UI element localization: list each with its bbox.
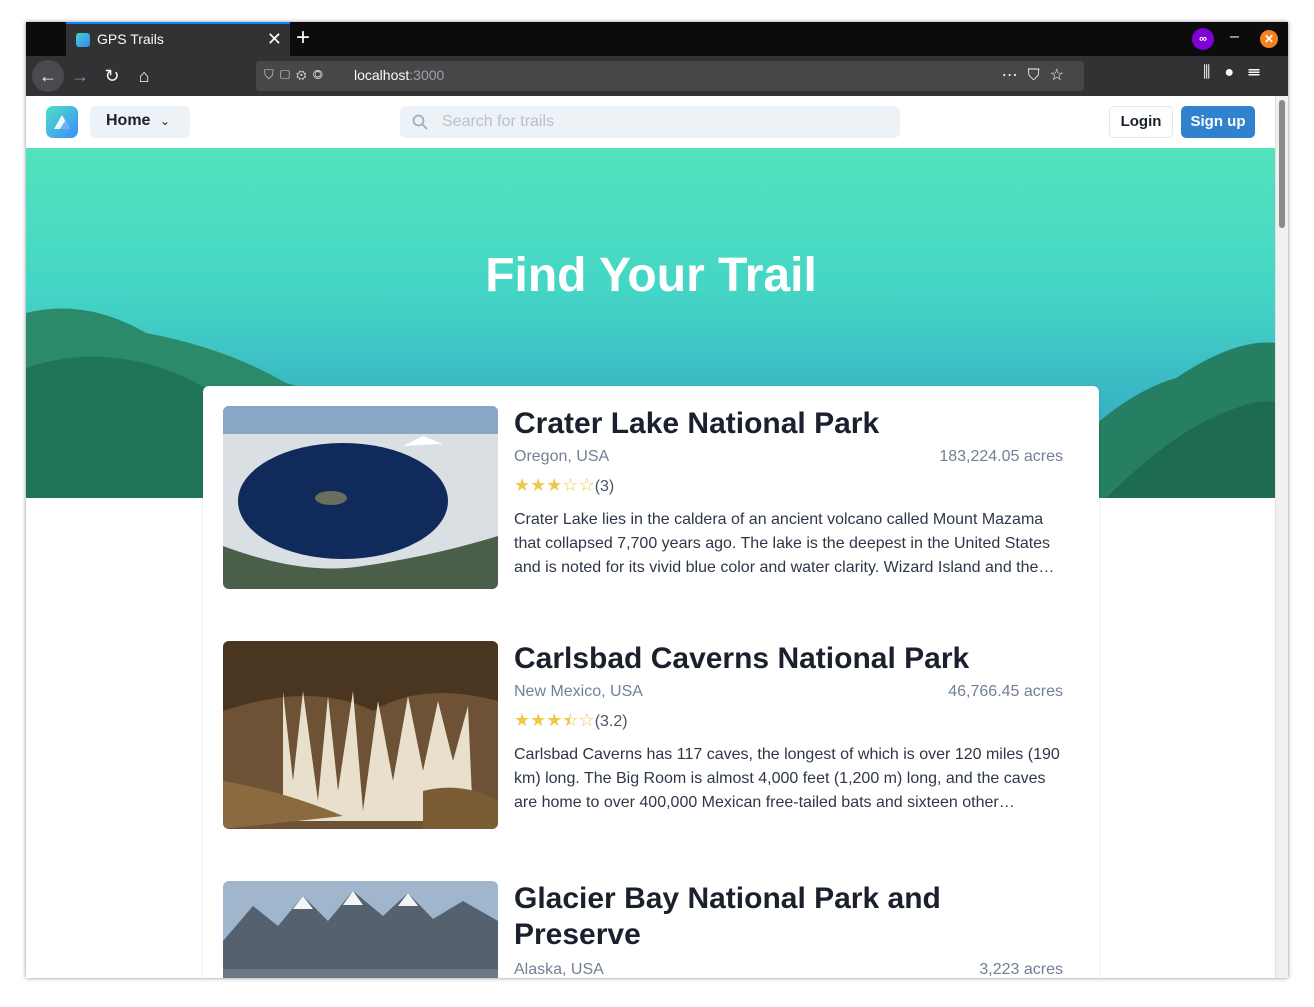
star-half-icon: ☆★	[562, 710, 579, 730]
park-area: 46,766.45 acres	[948, 683, 1063, 700]
logo-icon[interactable]	[46, 106, 78, 138]
url-bar[interactable]: ⛉▢⚙◎ localhost:3000 ⋯⛉☆	[256, 61, 1084, 91]
url-host: localhost	[354, 67, 410, 83]
star-empty-icon: ☆	[578, 710, 595, 730]
star-rating-icons: ★★★☆☆	[514, 475, 595, 495]
crater-lake-image[interactable]	[223, 406, 498, 589]
park-rating: ★★★☆★☆(3.2)	[514, 710, 628, 731]
park-location: Alaska, USA	[514, 961, 604, 978]
park-location: Oregon, USA	[514, 448, 610, 465]
private-mask-icon[interactable]: ∞	[1192, 28, 1214, 50]
carlsbad-caverns-image[interactable]	[223, 641, 498, 829]
site-header: Home ⌄ Login Sign up	[26, 96, 1276, 148]
star-full-icon: ★	[530, 475, 547, 495]
search-icon	[412, 114, 428, 130]
hero-title: Find Your Trail	[485, 249, 817, 302]
park-description: Carlsbad Caverns has 117 caves, the long…	[514, 746, 1060, 811]
tab-favicon-icon	[76, 33, 90, 47]
park-location: New Mexico, USA	[514, 683, 643, 700]
home-menu-label: Home	[106, 112, 151, 129]
park-area: 3,223 acres	[979, 961, 1063, 978]
park-item-crater-lake[interactable]: Crater Lake National Park Oregon, USA 18…	[223, 406, 1079, 591]
star-rating-icons: ★★★☆★☆	[514, 710, 595, 730]
navigation-toolbar: ← → ↻ ⌂ ⛉▢⚙◎ localhost:3000 ⋯⛉☆ ⫼●☰	[26, 56, 1288, 96]
park-description: Crater Lake lies in the caldera of an an…	[514, 511, 1055, 576]
toolbar-right-icons[interactable]: ⫼●☰	[1203, 64, 1274, 82]
scrollbar-thumb[interactable]	[1279, 100, 1285, 228]
url-security-icons: ⛉▢⚙◎	[264, 67, 330, 82]
minimize-icon[interactable]: –	[1230, 28, 1239, 46]
rating-text: (3)	[594, 478, 615, 495]
chevron-down-icon: ⌄	[160, 114, 171, 128]
star-full-icon: ★	[546, 710, 563, 730]
rating-text: (3.2)	[594, 713, 628, 730]
star-full-icon: ★	[514, 710, 531, 730]
tab-gps-trails[interactable]: GPS Trails ✕	[66, 22, 290, 56]
star-full-icon: ★	[546, 475, 563, 495]
signup-button[interactable]: Sign up	[1181, 106, 1255, 138]
login-button[interactable]: Login	[1109, 106, 1173, 138]
park-name[interactable]: Carlsbad Caverns National Park	[514, 641, 994, 677]
page-viewport: Home ⌄ Login Sign up Find Your Trail	[26, 96, 1288, 978]
park-item-carlsbad-caverns[interactable]: Carlsbad Caverns National Park New Mexic…	[223, 641, 1079, 831]
page-scrollbar[interactable]	[1275, 96, 1288, 978]
back-arrow-icon[interactable]: ←	[32, 60, 64, 92]
star-full-icon: ★	[514, 475, 531, 495]
tab-strip: GPS Trails ✕ + ∞ – ✕	[26, 22, 1288, 56]
star-full-icon: ★	[530, 710, 547, 730]
plus-icon[interactable]: +	[296, 25, 310, 51]
parks-list-card: Crater Lake National Park Oregon, USA 18…	[203, 386, 1099, 978]
tab-title: GPS Trails	[97, 31, 164, 47]
home-icon[interactable]: ⌂	[128, 60, 160, 92]
url-port: :3000	[409, 67, 445, 83]
star-empty-icon: ☆	[578, 475, 595, 495]
park-name[interactable]: Crater Lake National Park	[514, 406, 994, 442]
forward-arrow-icon[interactable]: →	[64, 60, 96, 92]
park-item-glacier-bay[interactable]: Glacier Bay National Park and Preserve A…	[223, 881, 1079, 978]
url-actions[interactable]: ⋯⛉☆	[1002, 65, 1074, 85]
browser-window: GPS Trails ✕ + ∞ – ✕ ← → ↻ ⌂ ⛉▢⚙◎ localh…	[26, 22, 1288, 978]
url-text: localhost:3000	[354, 67, 444, 83]
glacier-bay-image[interactable]	[223, 881, 498, 978]
park-rating: ★★★☆☆(3)	[514, 475, 614, 496]
search-box	[400, 106, 900, 138]
close-icon[interactable]: ✕	[267, 29, 282, 49]
window-close-icon[interactable]: ✕	[1260, 30, 1278, 48]
park-area: 183,224.05 acres	[939, 448, 1063, 465]
home-menu-button[interactable]: Home ⌄	[90, 106, 190, 138]
star-empty-icon: ☆	[562, 475, 579, 495]
search-input[interactable]	[440, 110, 884, 134]
park-name[interactable]: Glacier Bay National Park and Preserve	[514, 881, 994, 953]
reload-icon[interactable]: ↻	[96, 60, 128, 92]
